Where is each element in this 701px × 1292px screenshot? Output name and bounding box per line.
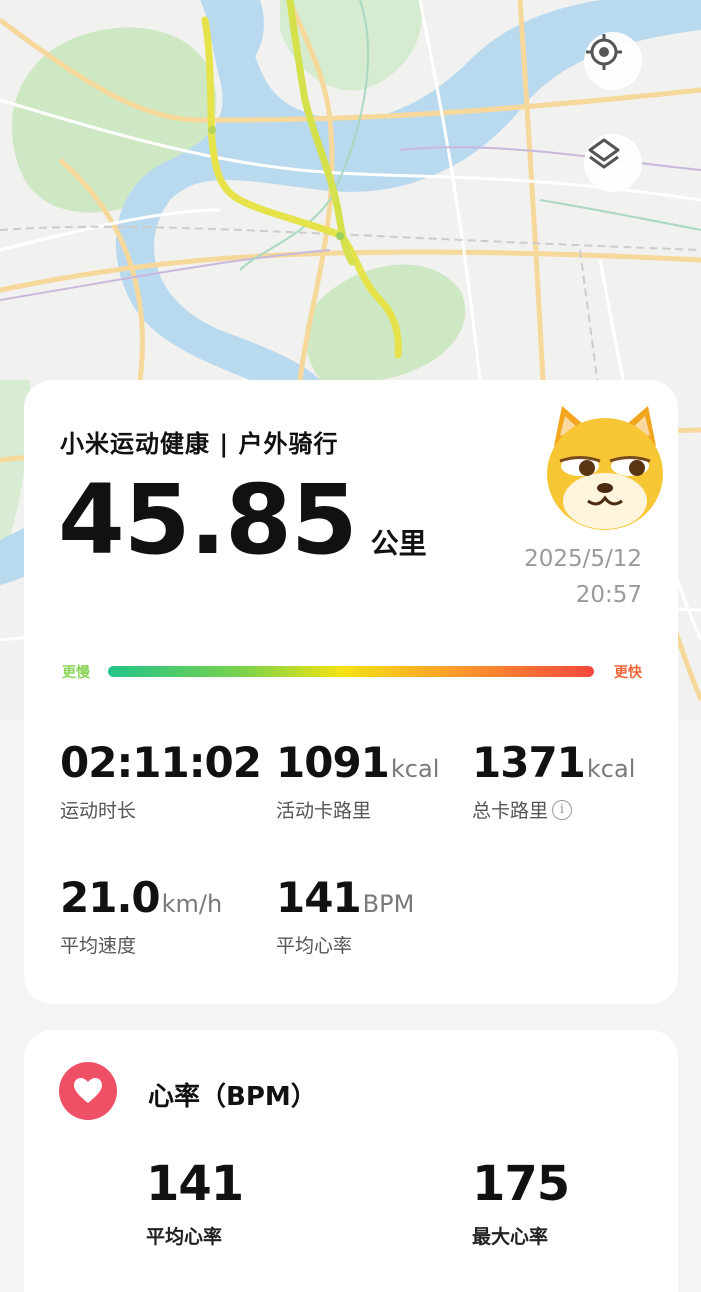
layers-button[interactable]	[584, 134, 642, 192]
stat-label: 运动时长	[60, 800, 137, 822]
stat-value: 1091	[276, 738, 390, 787]
hr-max: 175 最大心率	[472, 1156, 570, 1249]
heart-rate-card[interactable]: 心率（BPM） 141 平均心率 175 最大心率	[24, 1030, 678, 1292]
hr-average-label: 平均心率	[146, 1226, 223, 1248]
stat-value: 21.0	[60, 873, 161, 922]
hr-average-value: 141	[146, 1156, 244, 1212]
heart-rate-title: 心率（BPM）	[148, 1082, 317, 1112]
stat-unit: km/h	[161, 890, 223, 918]
distance-display: 45.85 公里	[58, 472, 427, 568]
stat-value: 02:11:02	[60, 738, 262, 787]
speed-fast-label: 更快	[614, 665, 642, 681]
app-title: 小米运动健康 | 户外骑行	[60, 430, 339, 458]
stat-value: 141	[276, 873, 362, 922]
hr-max-value: 175	[472, 1156, 570, 1212]
stat-label: 总卡路里	[472, 800, 549, 822]
stat-label: 活动卡路里	[276, 800, 372, 822]
hr-max-label: 最大心率	[472, 1226, 549, 1248]
distance-value: 45.85	[58, 464, 358, 576]
stat-label-with-info: 总卡路里 i	[472, 796, 635, 823]
stat-unit: BPM	[362, 890, 415, 918]
stat-duration: 02:11:02 运动时长	[60, 742, 263, 823]
speed-gradient-bar	[108, 666, 594, 677]
stat-active-calories: 1091 kcal 活动卡路里	[276, 742, 439, 823]
speed-slow-label: 更慢	[62, 665, 90, 681]
stat-total-calories: 1371 kcal 总卡路里 i	[472, 742, 635, 823]
distance-unit: 公里	[370, 527, 427, 560]
stat-label: 平均速度	[60, 935, 137, 957]
workout-time: 20:57	[575, 582, 642, 608]
hr-average: 141 平均心率	[146, 1156, 244, 1249]
stat-label: 平均心率	[276, 935, 353, 957]
speed-legend: 更慢 更快	[62, 662, 642, 682]
workout-summary-card: 小米运动健康 | 户外骑行 45.85 公里 2025/5/12 20:57 更…	[24, 380, 678, 1004]
info-icon[interactable]: i	[552, 799, 573, 820]
stat-value: 1371	[472, 738, 586, 787]
heart-icon	[59, 1062, 117, 1120]
stat-unit: kcal	[586, 755, 636, 783]
stat-avg-heart-rate: 141 BPM 平均心率	[276, 877, 414, 958]
stat-unit: kcal	[390, 755, 440, 783]
locate-button[interactable]	[584, 32, 642, 90]
dog-mascot-icon	[540, 406, 670, 540]
workout-date: 2025/5/12	[524, 546, 642, 572]
stat-avg-speed: 21.0 km/h 平均速度	[60, 877, 222, 958]
